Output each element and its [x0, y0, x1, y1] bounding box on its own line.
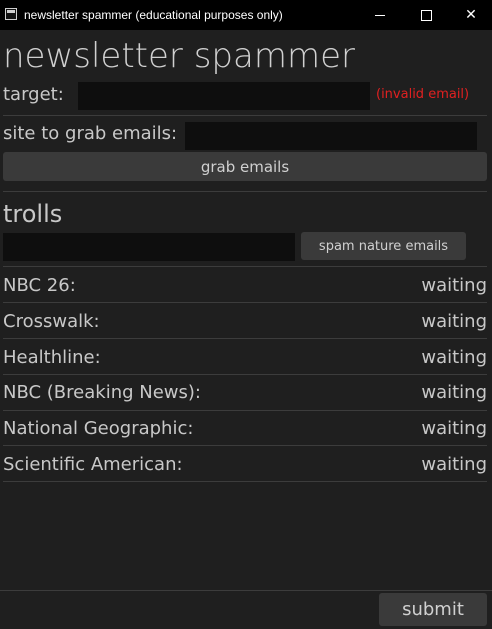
divider: [3, 410, 487, 411]
grab-site-label: site to grab emails:: [3, 123, 178, 144]
maximize-button[interactable]: [403, 0, 449, 30]
footer-divider: [0, 590, 492, 591]
spam-nature-emails-button[interactable]: spam nature emails: [301, 232, 466, 260]
divider: [3, 445, 487, 446]
list-item-status: waiting: [421, 311, 487, 332]
list-item-name: National Geographic:: [3, 418, 194, 439]
maximize-icon: [420, 9, 432, 21]
list-item-name: NBC (Breaking News):: [3, 382, 201, 403]
window-title: newsletter spammer (educational purposes…: [24, 8, 283, 22]
list-item-status: waiting: [421, 382, 487, 403]
list-item-name: NBC 26:: [3, 275, 76, 296]
title-bar: newsletter spammer (educational purposes…: [0, 0, 492, 30]
submit-button[interactable]: submit: [379, 593, 487, 626]
grab-emails-button[interactable]: grab emails: [3, 152, 487, 181]
minimize-icon: [375, 14, 385, 16]
grab-site-input[interactable]: [185, 122, 477, 150]
close-button[interactable]: ✕: [448, 0, 492, 30]
divider: [3, 338, 487, 339]
close-icon: ✕: [465, 7, 477, 23]
app-icon: [5, 8, 17, 20]
trolls-input[interactable]: [3, 233, 295, 261]
divider: [3, 191, 487, 192]
minimize-button[interactable]: [357, 0, 403, 30]
target-input[interactable]: [78, 82, 370, 110]
list-item-name: Healthline:: [3, 347, 101, 368]
list-item-name: Crosswalk:: [3, 311, 100, 332]
divider: [3, 266, 487, 267]
divider: [3, 374, 487, 375]
list-item-status: waiting: [421, 275, 487, 296]
target-label: target:: [3, 84, 64, 105]
page-title: newsletter spammer: [3, 36, 355, 76]
target-error: (invalid email): [376, 87, 470, 102]
divider: [3, 115, 487, 116]
list-item-status: waiting: [421, 418, 487, 439]
list-item-status: waiting: [421, 454, 487, 475]
list-item-status: waiting: [421, 347, 487, 368]
trolls-title: trolls: [3, 200, 63, 228]
divider: [3, 302, 487, 303]
divider: [3, 481, 487, 482]
list-item-name: Scientific American:: [3, 454, 183, 475]
